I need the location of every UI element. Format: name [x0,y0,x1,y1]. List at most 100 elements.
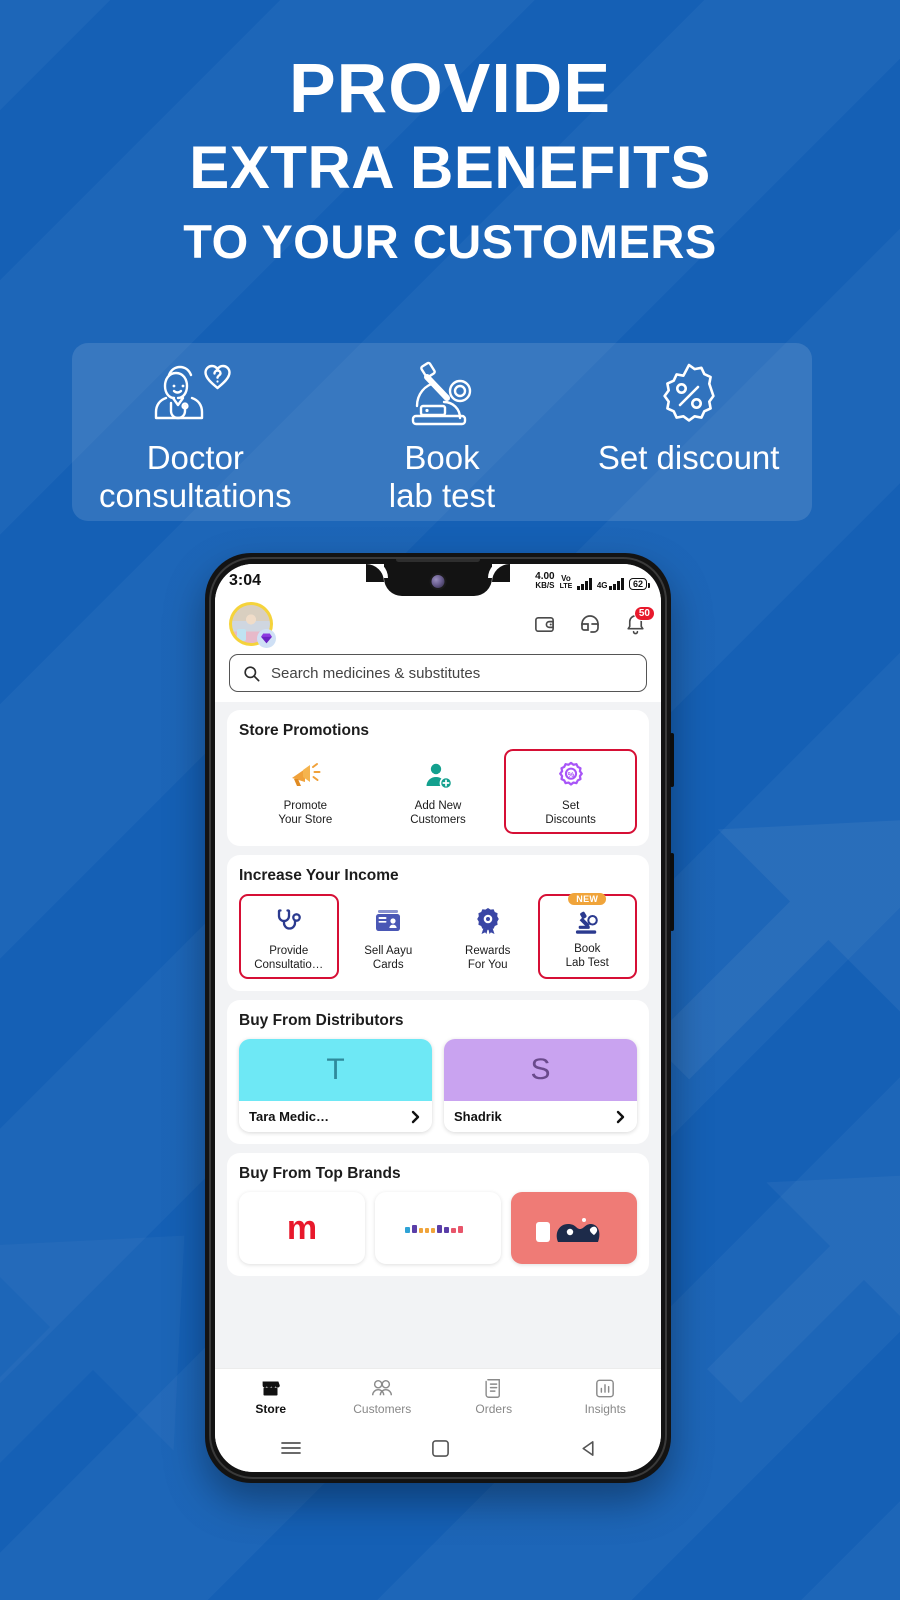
app-scroll-body[interactable]: Store Promotions Promote Your Store Add … [215,702,661,1386]
distributor-name: Shadrik [454,1109,502,1125]
status-time: 3:04 [229,572,262,589]
search-icon [242,664,261,683]
bell-icon[interactable]: 50 [624,605,655,636]
bottom-navigation: Store Customers Orders Insights [215,1368,661,1424]
section-title: Store Promotions [239,722,370,739]
tile-label: Rewards For You [465,945,511,972]
add-user-icon [423,758,453,794]
distributor-card[interactable]: T Tara Medic… [239,1039,432,1133]
insights-icon [595,1378,615,1399]
brand-tile[interactable] [511,1192,637,1265]
feature-label: Set discount [597,439,780,476]
store-icon [260,1378,281,1399]
headline-line-2: EXTRA BENEFITS [189,134,711,202]
signal-bars-sim2 [609,578,624,590]
brand-face-icon [536,1218,600,1243]
nav-label: Insights [584,1401,626,1416]
gem-badge-icon [257,629,276,648]
avatar[interactable] [229,602,276,648]
headset-support-icon[interactable] [578,612,602,636]
microscope-icon [403,357,481,435]
headline-line-3: TO YOUR CUSTOMERS [183,215,717,269]
nav-item-orders[interactable]: Orders [438,1378,550,1416]
buy-from-distributors-card: Buy From Distributors T Tara Medic… S Sh… [227,1000,649,1145]
search-section: Search medicines & substitutes [215,654,661,702]
discount-badge-icon: % [556,758,586,794]
earpiece-speaker [396,557,480,562]
feature-label: Book lab test [388,439,496,514]
tile-label: Promote Your Store [278,800,333,827]
feature-label: Doctor consultations [99,439,292,514]
headline-line-1: PROVIDE [288,49,612,127]
tile-label: Book Lab Test [565,943,609,970]
distributor-list: T Tara Medic… S Shadrik [239,1039,637,1133]
section-title: Buy From Distributors [239,1012,404,1030]
id-card-icon [374,903,402,939]
megaphone-icon [289,758,321,794]
brand-tile[interactable] [375,1192,501,1265]
nav-item-customers[interactable]: Customers [327,1378,439,1416]
phone-screen: 3:04 4.00 KB/S Vo LTE 4G 62 50 Search me… [215,564,661,1472]
wallet-icon[interactable] [533,613,556,636]
tile-label: Set Discounts [545,800,596,827]
brand-wordmark-icon [405,1225,463,1234]
volte-indicator: Vo LTE [559,574,573,591]
tile-add-new-customers[interactable]: Add New Customers [372,749,505,834]
store-promotions-card: Store Promotions Promote Your Store Add … [227,710,649,847]
tile-promote-your-store[interactable]: Promote Your Store [239,749,372,834]
app-header: 50 [215,598,661,654]
tile-label: Add New Customers [410,800,466,827]
nav-item-insights[interactable]: Insights [550,1378,662,1416]
doctor-heart-icon [152,357,238,435]
tile-provide-consultations[interactable]: Provide Consultatio… [239,894,339,980]
microscope-icon [574,903,600,937]
power-button[interactable] [670,853,674,931]
search-placeholder: Search medicines & substitutes [271,664,481,682]
network-type-label: 4G [596,581,608,590]
rewards-medal-icon [474,903,502,939]
nav-label: Customers [353,1401,412,1416]
tile-book-lab-test[interactable]: NEW Book Lab Test [537,893,637,980]
nav-label: Store [255,1401,287,1416]
feature-doctor-consultations: Doctor consultations [73,357,317,515]
svg-text:%: % [567,770,574,779]
chevron-right-icon [410,1110,422,1124]
notification-badge: 50 [633,605,655,621]
brand-list: m [239,1192,637,1265]
stethoscope-icon [275,903,303,939]
tile-label: Sell Aayu Cards [364,945,413,972]
home-icon[interactable] [431,1439,450,1458]
tile-label: Provide Consultatio… [254,945,324,972]
brand-mark: m [286,1209,318,1248]
nav-label: Orders [475,1401,513,1416]
front-camera [429,573,447,590]
distributor-name: Tara Medic… [249,1109,329,1125]
tile-set-discounts[interactable]: % Set Discounts [504,749,638,835]
headline: PROVIDE EXTRA BENEFITS TO YOUR CUSTOMERS [0,52,900,272]
battery-indicator: 62 [628,578,651,590]
tile-sell-aayu-cards[interactable]: Sell Aayu Cards [339,894,439,979]
distributor-card[interactable]: S Shadrik [444,1039,637,1133]
feature-book-lab-test: Book lab test [320,357,564,515]
store-promotions-tiles: Promote Your Store Add New Customers % S… [239,749,638,835]
system-navigation-bar [215,1424,661,1472]
distributor-row[interactable]: Tara Medic… [239,1101,432,1133]
distributor-initial: T [239,1039,432,1102]
increase-income-tiles: Provide Consultatio… Sell Aayu Cards Rew… [239,893,637,980]
recents-icon[interactable] [280,1439,302,1457]
back-icon[interactable] [579,1439,597,1458]
feature-set-discount: Set discount [567,357,811,477]
tile-rewards-for-you[interactable]: Rewards For You [438,894,538,979]
search-input[interactable]: Search medicines & substitutes [229,654,647,692]
buy-from-top-brands-card: Buy From Top Brands m [227,1153,649,1277]
network-speed: 4.00 KB/S [535,571,555,590]
distributor-row[interactable]: Shadrik [444,1101,637,1133]
brand-tile[interactable]: m [239,1192,365,1265]
volume-button[interactable] [670,733,674,787]
orders-icon [484,1378,504,1399]
new-badge: NEW [568,893,607,906]
nav-item-store[interactable]: Store [215,1378,327,1416]
chevron-right-icon [615,1110,627,1124]
signal-bars-sim1 [577,578,592,590]
discount-badge-icon [651,357,727,435]
